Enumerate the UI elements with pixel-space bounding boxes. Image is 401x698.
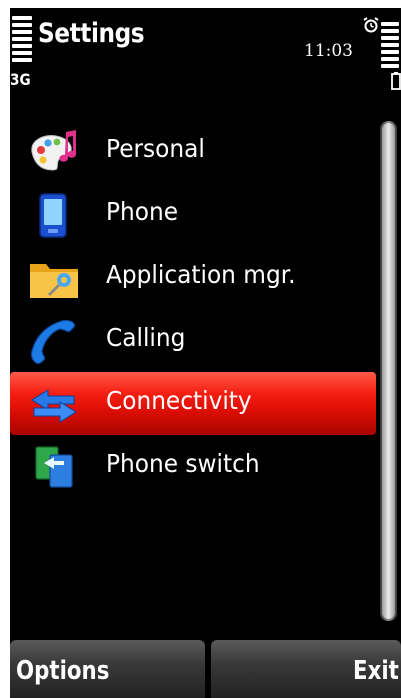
page-title: Settings bbox=[38, 18, 145, 49]
settings-list: Personal Phone Application mgr. Calling … bbox=[10, 120, 376, 498]
list-item-label: Phone switch bbox=[106, 449, 260, 478]
list-item-phone-switch[interactable]: Phone switch bbox=[10, 435, 376, 498]
scrollbar[interactable] bbox=[380, 121, 397, 621]
phone-screen: Settings 11:03 3G Personal Phone Applica… bbox=[10, 8, 401, 698]
options-label: Options bbox=[16, 656, 110, 686]
list-item-connectivity[interactable]: Connectivity bbox=[10, 372, 376, 435]
list-item-label: Connectivity bbox=[106, 386, 252, 415]
exit-button[interactable]: Exit bbox=[211, 640, 401, 698]
alarm-clock-icon bbox=[363, 17, 379, 33]
clock: 11:03 bbox=[304, 41, 353, 61]
battery-level-icon bbox=[381, 22, 399, 74]
folder-wrench-icon bbox=[30, 264, 78, 298]
list-item-phone[interactable]: Phone bbox=[10, 183, 376, 246]
list-item-personal[interactable]: Personal bbox=[10, 120, 376, 183]
palette-icon bbox=[31, 130, 76, 171]
options-button[interactable]: Options bbox=[10, 640, 205, 698]
phone-switch-icon bbox=[35, 446, 73, 488]
mobile-phone-icon bbox=[39, 193, 67, 238]
battery-icon bbox=[391, 72, 401, 90]
signal-strength-icon bbox=[12, 16, 32, 70]
handset-icon bbox=[31, 319, 75, 364]
list-item-application-manager[interactable]: Application mgr. bbox=[10, 246, 376, 309]
network-type-indicator: 3G bbox=[10, 70, 31, 89]
exit-label: Exit bbox=[353, 656, 399, 686]
list-item-label: Calling bbox=[106, 323, 186, 352]
list-item-calling[interactable]: Calling bbox=[10, 309, 376, 372]
scrollbar-thumb[interactable] bbox=[382, 123, 395, 619]
list-item-label: Application mgr. bbox=[106, 260, 296, 289]
list-item-label: Personal bbox=[106, 134, 205, 163]
list-item-label: Phone bbox=[106, 197, 179, 226]
transfer-arrows-icon bbox=[31, 389, 77, 423]
